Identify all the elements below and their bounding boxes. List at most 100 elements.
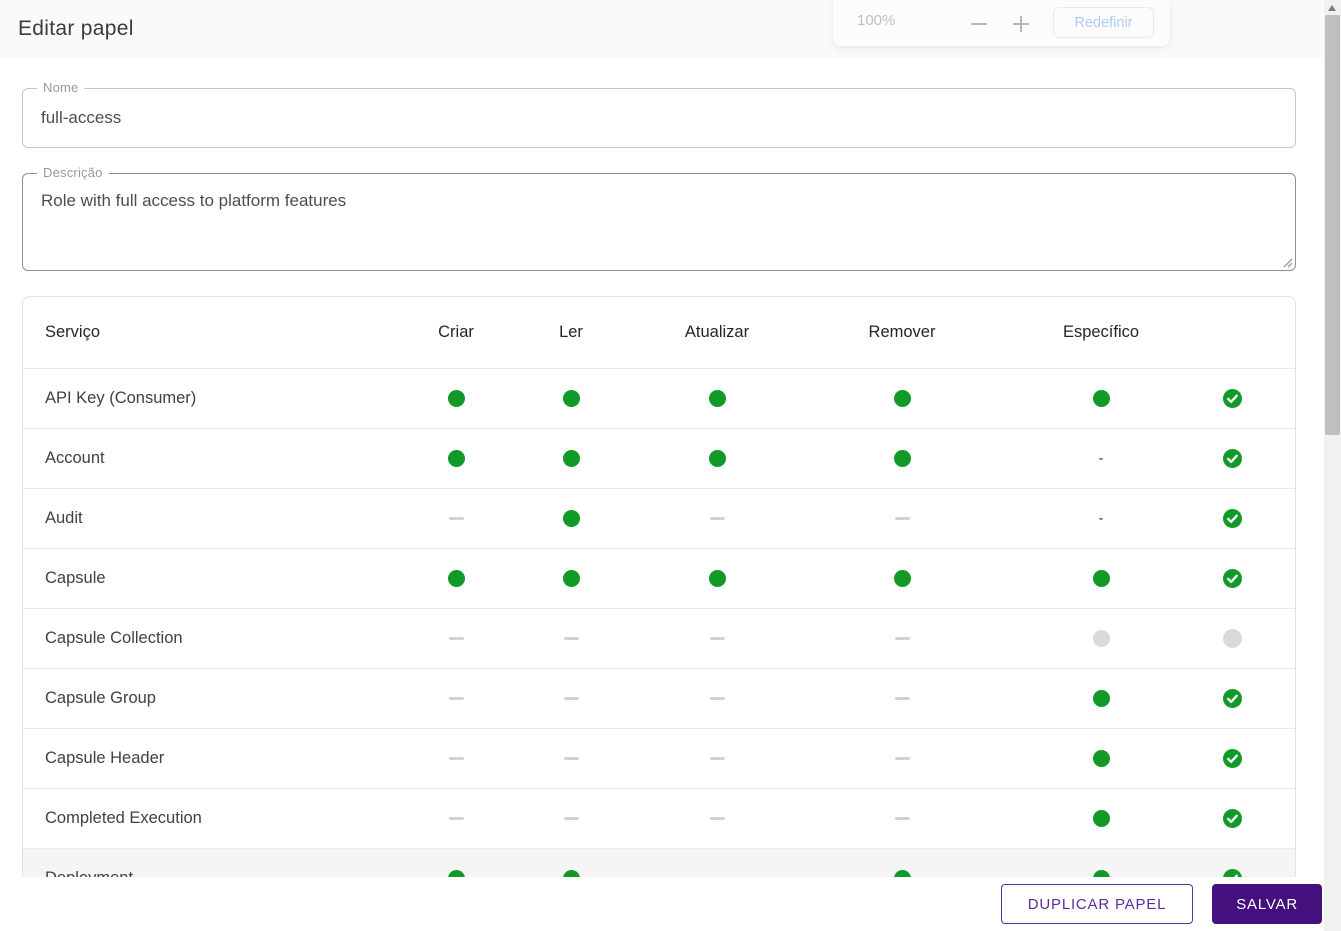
permission-cell[interactable] bbox=[620, 609, 814, 668]
row-enabled-check-icon bbox=[1222, 689, 1242, 708]
permission-off-dash bbox=[894, 697, 910, 700]
resize-handle[interactable] bbox=[1281, 256, 1293, 268]
permission-off-dash bbox=[894, 757, 910, 760]
permission-cell[interactable] bbox=[522, 789, 620, 848]
duplicate-role-button[interactable]: DUPLICAR PAPEL bbox=[1000, 884, 1194, 924]
permission-cell[interactable] bbox=[1212, 729, 1252, 788]
column-header-criar: Criar bbox=[438, 323, 474, 341]
permission-cell[interactable] bbox=[390, 669, 522, 728]
minus-icon bbox=[971, 23, 987, 25]
browser-zoom-popup: 100% Redefinir bbox=[833, 0, 1170, 46]
permission-cell[interactable] bbox=[522, 729, 620, 788]
permission-cell[interactable] bbox=[814, 609, 990, 668]
permission-off-dash bbox=[709, 517, 725, 520]
permission-cell[interactable] bbox=[390, 429, 522, 488]
permission-on-dot bbox=[562, 510, 580, 527]
permission-off-dash bbox=[448, 757, 464, 760]
name-input[interactable]: Nome full-access bbox=[22, 80, 1296, 148]
permission-cell[interactable] bbox=[814, 369, 990, 428]
permission-on-dot bbox=[1092, 810, 1110, 827]
permission-on-dot bbox=[893, 390, 911, 407]
table-row: Capsule bbox=[23, 548, 1295, 608]
permission-cell[interactable] bbox=[1212, 429, 1252, 488]
permission-off-dash bbox=[563, 697, 579, 700]
table-header-row: Serviço Criar Ler Atualizar Remover Específic… bbox=[23, 297, 1295, 368]
permission-cell[interactable]: - bbox=[990, 429, 1212, 488]
permission-cell[interactable] bbox=[1212, 549, 1252, 608]
permission-on-dot bbox=[447, 390, 465, 407]
permission-cell[interactable] bbox=[990, 729, 1212, 788]
permissions-table: Serviço Criar Ler Atualizar Remover Específic… bbox=[22, 296, 1296, 909]
permission-cell[interactable]: - bbox=[990, 489, 1212, 548]
permission-cell[interactable] bbox=[990, 789, 1212, 848]
permission-cell[interactable] bbox=[522, 609, 620, 668]
column-header-atualizar: Atualizar bbox=[684, 323, 750, 341]
permission-cell[interactable] bbox=[522, 369, 620, 428]
permission-cell[interactable] bbox=[522, 489, 620, 548]
permission-cell[interactable] bbox=[620, 549, 814, 608]
permission-cell[interactable] bbox=[522, 429, 620, 488]
permission-cell[interactable] bbox=[814, 789, 990, 848]
permission-na-hyphen: - bbox=[1098, 450, 1104, 467]
permission-cell[interactable] bbox=[620, 729, 814, 788]
table-row: Audit - bbox=[23, 488, 1295, 548]
permission-on-dot bbox=[1092, 690, 1110, 707]
permission-cell[interactable] bbox=[990, 549, 1212, 608]
zoom-reset-button[interactable]: Redefinir bbox=[1053, 7, 1154, 38]
permission-cell[interactable] bbox=[390, 549, 522, 608]
scrollbar-up-arrow-icon[interactable] bbox=[1328, 5, 1336, 11]
permission-off-dash bbox=[563, 817, 579, 820]
permission-off-dash bbox=[563, 757, 579, 760]
permission-off-dash bbox=[448, 697, 464, 700]
description-textarea[interactable]: Descrição Role with full access to platf… bbox=[22, 165, 1296, 271]
row-enabled-check-icon bbox=[1222, 449, 1242, 468]
table-body: API Key (Consumer) Account - Audit - Capsule C… bbox=[23, 368, 1295, 908]
table-row: Completed Execution bbox=[23, 788, 1295, 848]
permission-on-dot bbox=[562, 570, 580, 587]
permission-cell[interactable] bbox=[522, 669, 620, 728]
description-value: Role with full access to platform featur… bbox=[41, 191, 347, 210]
permission-cell[interactable] bbox=[390, 489, 522, 548]
permission-cell[interactable] bbox=[390, 789, 522, 848]
zoom-level-value: 100% bbox=[857, 12, 896, 29]
permission-on-dot bbox=[447, 450, 465, 467]
permission-cell[interactable] bbox=[620, 789, 814, 848]
service-name: Capsule Group bbox=[45, 689, 156, 707]
permission-cell[interactable] bbox=[390, 609, 522, 668]
vertical-scrollbar[interactable] bbox=[1324, 0, 1341, 931]
permission-cell[interactable] bbox=[1212, 789, 1252, 848]
permission-off-dash bbox=[448, 637, 464, 640]
zoom-in-button[interactable] bbox=[1009, 12, 1033, 36]
permission-cell[interactable] bbox=[814, 429, 990, 488]
permission-cell[interactable] bbox=[1212, 369, 1252, 428]
save-button[interactable]: SALVAR bbox=[1212, 884, 1322, 924]
permission-cell[interactable] bbox=[620, 369, 814, 428]
permission-cell[interactable] bbox=[620, 669, 814, 728]
permission-cell[interactable] bbox=[990, 609, 1212, 668]
permission-cell[interactable] bbox=[814, 669, 990, 728]
permission-cell[interactable] bbox=[1212, 609, 1252, 668]
permission-on-dot bbox=[1092, 570, 1110, 587]
permission-on-dot bbox=[562, 390, 580, 407]
permission-cell[interactable] bbox=[1212, 489, 1252, 548]
permission-cell[interactable] bbox=[990, 369, 1212, 428]
permission-cell[interactable] bbox=[522, 549, 620, 608]
permission-cell[interactable] bbox=[390, 369, 522, 428]
row-enabled-check-icon bbox=[1222, 569, 1242, 588]
permission-cell[interactable] bbox=[1212, 669, 1252, 728]
service-name: Completed Execution bbox=[45, 809, 202, 827]
permission-cell[interactable] bbox=[620, 489, 814, 548]
permission-cell[interactable] bbox=[814, 549, 990, 608]
permission-cell[interactable] bbox=[814, 729, 990, 788]
permission-cell[interactable] bbox=[620, 429, 814, 488]
permission-off-dash bbox=[448, 817, 464, 820]
zoom-out-button[interactable] bbox=[967, 12, 991, 36]
scrollbar-thumb[interactable] bbox=[1325, 15, 1340, 435]
service-name: API Key (Consumer) bbox=[45, 389, 197, 407]
permission-cell[interactable] bbox=[390, 729, 522, 788]
permission-cell[interactable] bbox=[990, 669, 1212, 728]
permission-cell[interactable] bbox=[814, 489, 990, 548]
table-row: Capsule Group bbox=[23, 668, 1295, 728]
row-disabled-dot bbox=[1222, 629, 1242, 648]
service-name: Capsule bbox=[45, 569, 106, 587]
